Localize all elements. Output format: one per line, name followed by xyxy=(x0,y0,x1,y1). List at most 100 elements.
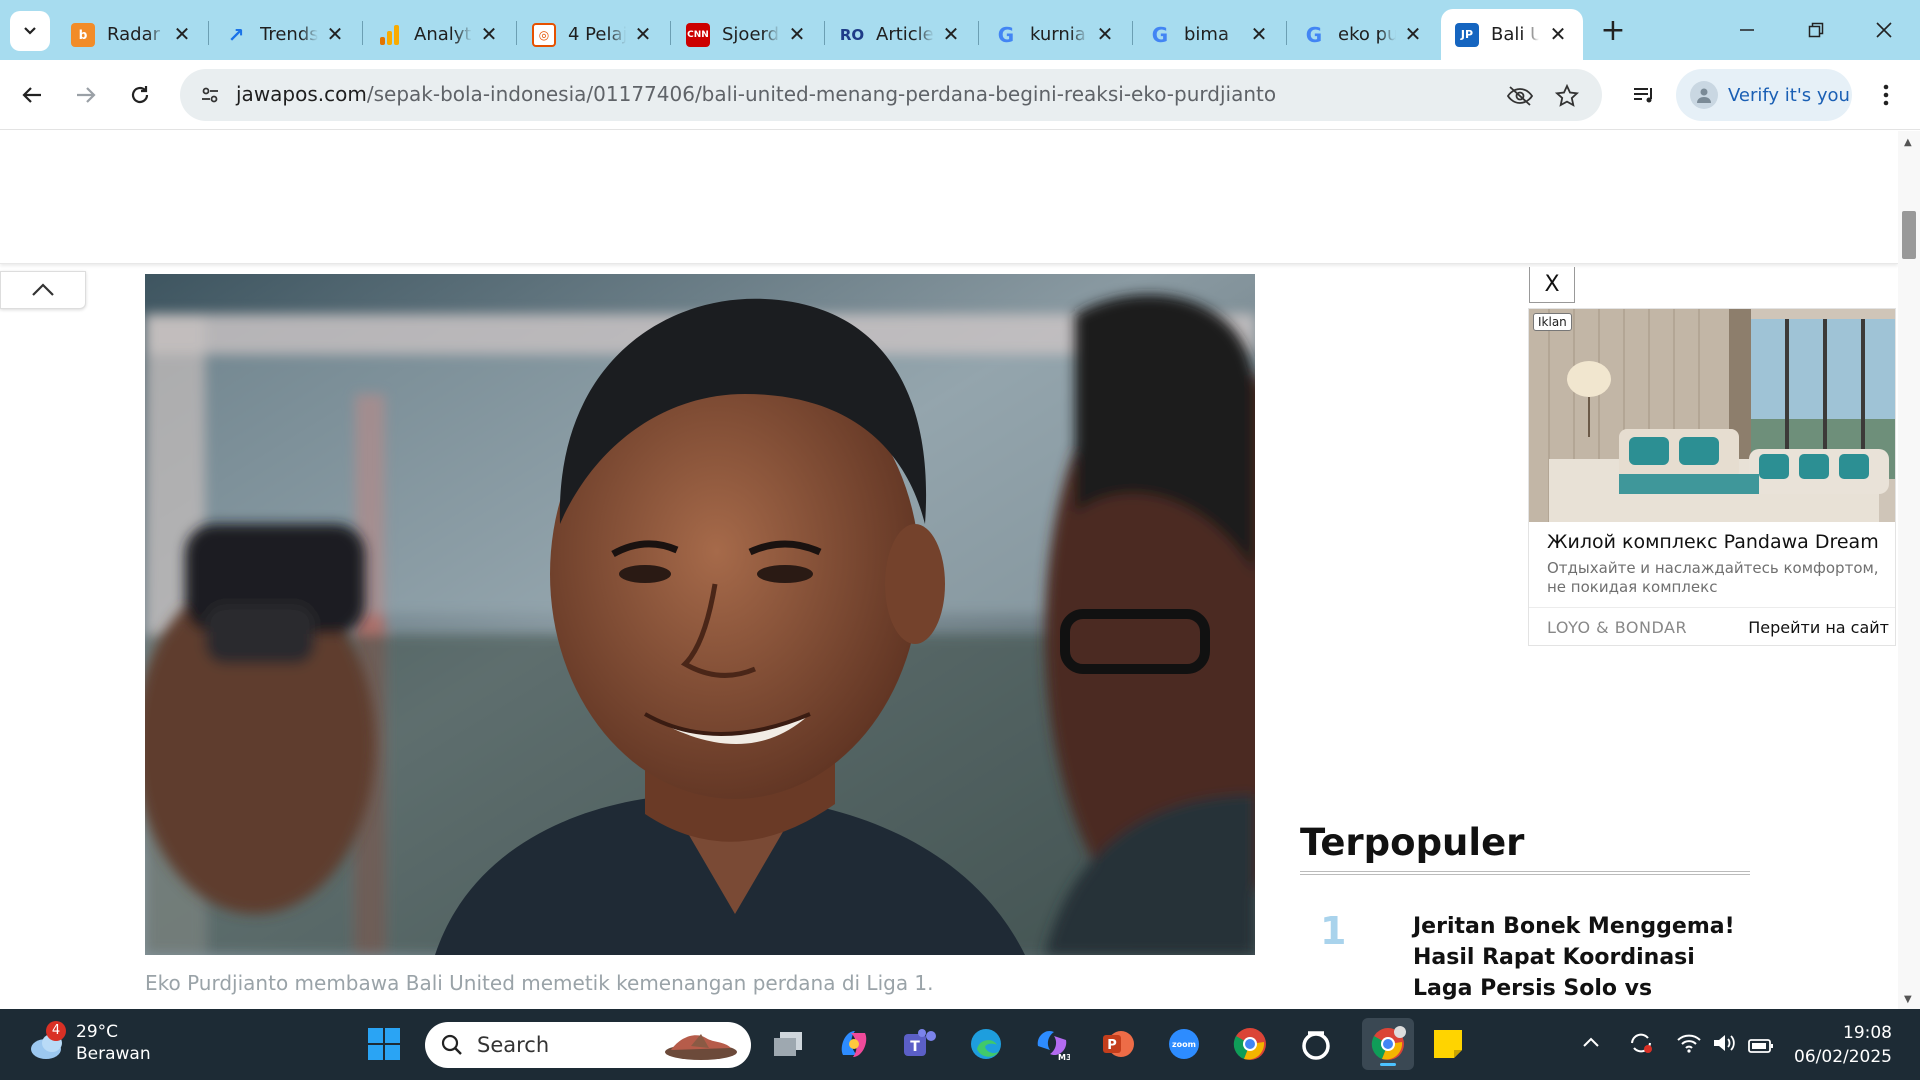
clock-date: 06/02/2025 xyxy=(1794,1047,1892,1067)
tab-sjoerd[interactable]: CNN Sjoerd ✕ xyxy=(672,9,822,60)
forward-button[interactable] xyxy=(68,77,104,113)
wifi-button[interactable] xyxy=(1676,1033,1702,1058)
zoom-icon: zoom xyxy=(1169,1029,1199,1059)
photo-caption: Eko Purdjianto membawa Bali United memet… xyxy=(145,971,934,995)
popular-rank: 1 xyxy=(1320,909,1347,953)
chevron-up-icon xyxy=(32,283,54,296)
m365-icon: M365 xyxy=(1037,1030,1070,1062)
task-view-button[interactable] xyxy=(768,1024,808,1064)
close-tab-icon[interactable]: ✕ xyxy=(786,23,808,45)
tab-strip: b Radar ✕ ↗ Trends ✕ Analytics ✕ ◎ 4 Pel… xyxy=(0,0,1920,60)
google-favicon-icon: G xyxy=(1151,22,1169,47)
show-hidden-icons-button[interactable] xyxy=(1582,1029,1600,1053)
bookmark-button[interactable] xyxy=(1552,81,1582,111)
close-tab-icon[interactable]: ✕ xyxy=(171,23,193,45)
side-ad[interactable]: Iklan Жилой комплекс Pandawa Dream Отдых… xyxy=(1528,308,1896,646)
pelajaran-favicon-icon: ◎ xyxy=(532,22,556,47)
edge-app[interactable] xyxy=(966,1024,1006,1064)
chrome-profile-app[interactable] xyxy=(1362,1018,1414,1070)
ad-brand: LOYO & BONDAR xyxy=(1547,618,1688,637)
chrome-icon xyxy=(1233,1028,1266,1060)
close-tab-icon[interactable]: ✕ xyxy=(940,23,962,45)
weather-widget[interactable]: 4 29°C Berawan xyxy=(28,1021,151,1065)
tab-trends[interactable]: ↗ Trends ✕ xyxy=(210,9,360,60)
tab-separator xyxy=(362,21,363,45)
tab-title: Analytics xyxy=(414,24,472,45)
menu-button[interactable] xyxy=(1868,77,1904,113)
powerpoint-icon: P xyxy=(1103,1031,1134,1057)
close-tab-icon[interactable]: ✕ xyxy=(632,23,654,45)
ad-cta-link[interactable]: Перейти на сайт xyxy=(1748,618,1889,637)
ad-badge: Iklan xyxy=(1533,313,1572,331)
tab-bali-united[interactable]: JP Bali United ✕ xyxy=(1441,9,1583,60)
tab-search-button[interactable] xyxy=(10,11,50,51)
popular-divider xyxy=(1300,871,1750,875)
minimize-button[interactable] xyxy=(1727,12,1767,48)
restore-button[interactable] xyxy=(1796,12,1836,48)
svg-text:M365: M365 xyxy=(1058,1053,1070,1062)
tab-articles[interactable]: RO Articles ✕ xyxy=(826,9,976,60)
ad-title[interactable]: Жилой комплекс Pandawa Dream xyxy=(1547,531,1879,553)
sync-status-button[interactable] xyxy=(1628,1031,1654,1060)
zoom-app[interactable]: zoom xyxy=(1164,1024,1204,1064)
tab-kurnia[interactable]: G kurnia ✕ xyxy=(980,9,1130,60)
new-tab-button[interactable]: + xyxy=(1595,14,1631,50)
close-tab-icon[interactable]: ✕ xyxy=(478,23,500,45)
powerpoint-app[interactable]: P xyxy=(1098,1024,1138,1064)
profile-verify-button[interactable]: Verify it's you xyxy=(1676,69,1852,121)
volume-button[interactable] xyxy=(1712,1033,1736,1058)
address-bar[interactable]: jawapos.com/sepak-bola-indonesia/0117740… xyxy=(180,69,1602,121)
jawapos-favicon-icon: JP xyxy=(1455,22,1479,47)
scrollbar-thumb[interactable] xyxy=(1902,211,1916,259)
ad-close-button[interactable]: X xyxy=(1529,267,1575,303)
sticky-notes-icon xyxy=(1434,1030,1462,1058)
close-tab-icon[interactable]: ✕ xyxy=(1248,23,1270,45)
sticky-notes-app[interactable] xyxy=(1428,1024,1468,1064)
popular-article-link[interactable]: Jeritan Bonek Menggema! Hasil Rapat Koor… xyxy=(1413,911,1743,1009)
verify-label: Verify it's you xyxy=(1728,84,1850,106)
tab-analytics[interactable]: Analytics ✕ xyxy=(364,9,514,60)
tab-eko-purdjianto[interactable]: G eko purdjianto ✕ xyxy=(1288,9,1438,60)
close-window-button[interactable] xyxy=(1864,12,1904,48)
taskbar: 4 29°C Berawan Search T M365 P zoom xyxy=(0,1009,1920,1080)
url-text[interactable]: jawapos.com/sepak-bola-indonesia/0117740… xyxy=(236,82,1276,106)
reading-list-button[interactable] xyxy=(1626,77,1662,113)
m365-app[interactable]: M365 xyxy=(1032,1024,1072,1064)
teams-app[interactable]: T xyxy=(900,1024,940,1064)
cnn-favicon-icon: CNN xyxy=(686,22,710,47)
tune-icon xyxy=(202,87,218,103)
weather-desc: Berawan xyxy=(76,1044,151,1064)
clock[interactable]: 19:08 06/02/2025 xyxy=(1794,1021,1892,1069)
app-ring[interactable] xyxy=(1296,1024,1336,1064)
google-favicon-icon: G xyxy=(997,22,1015,47)
tracking-protection-button[interactable] xyxy=(1505,81,1535,111)
copilot-app[interactable] xyxy=(834,1024,874,1064)
ad-image[interactable]: Iklan xyxy=(1529,309,1895,522)
browser-toolbar: jawapos.com/sepak-bola-indonesia/0117740… xyxy=(0,60,1920,130)
search-icon xyxy=(441,1034,462,1055)
tab-title: Articles xyxy=(876,24,934,45)
tab-pelajaran[interactable]: ◎ 4 Pelajaran ✕ xyxy=(518,9,668,60)
chrome-app[interactable] xyxy=(1230,1024,1270,1064)
svg-text:P: P xyxy=(1107,1038,1117,1053)
collapse-ad-button[interactable] xyxy=(0,271,86,309)
close-tab-icon[interactable]: ✕ xyxy=(1402,23,1424,45)
svg-text:zoom: zoom xyxy=(1172,1040,1196,1049)
taskbar-search[interactable]: Search xyxy=(425,1022,751,1068)
close-tab-icon[interactable]: ✕ xyxy=(1547,23,1569,45)
sync-icon xyxy=(1631,1033,1652,1053)
scroll-up-icon[interactable]: ▲ xyxy=(1904,137,1912,148)
site-info-button[interactable] xyxy=(194,79,226,111)
tab-radar[interactable]: b Radar ✕ xyxy=(57,9,207,60)
close-tab-icon[interactable]: ✕ xyxy=(324,23,346,45)
back-button[interactable] xyxy=(14,77,50,113)
article-photo xyxy=(145,274,1255,955)
start-button[interactable] xyxy=(364,1024,404,1064)
close-tab-icon[interactable]: ✕ xyxy=(1094,23,1116,45)
popular-heading: Terpopuler xyxy=(1300,821,1525,864)
battery-button[interactable] xyxy=(1748,1035,1774,1059)
page-scrollbar[interactable]: ▲ ▼ xyxy=(1898,131,1920,1009)
reload-button[interactable] xyxy=(122,77,158,113)
scroll-down-icon[interactable]: ▼ xyxy=(1904,994,1912,1005)
tab-bima[interactable]: G bima ✕ xyxy=(1134,9,1284,60)
